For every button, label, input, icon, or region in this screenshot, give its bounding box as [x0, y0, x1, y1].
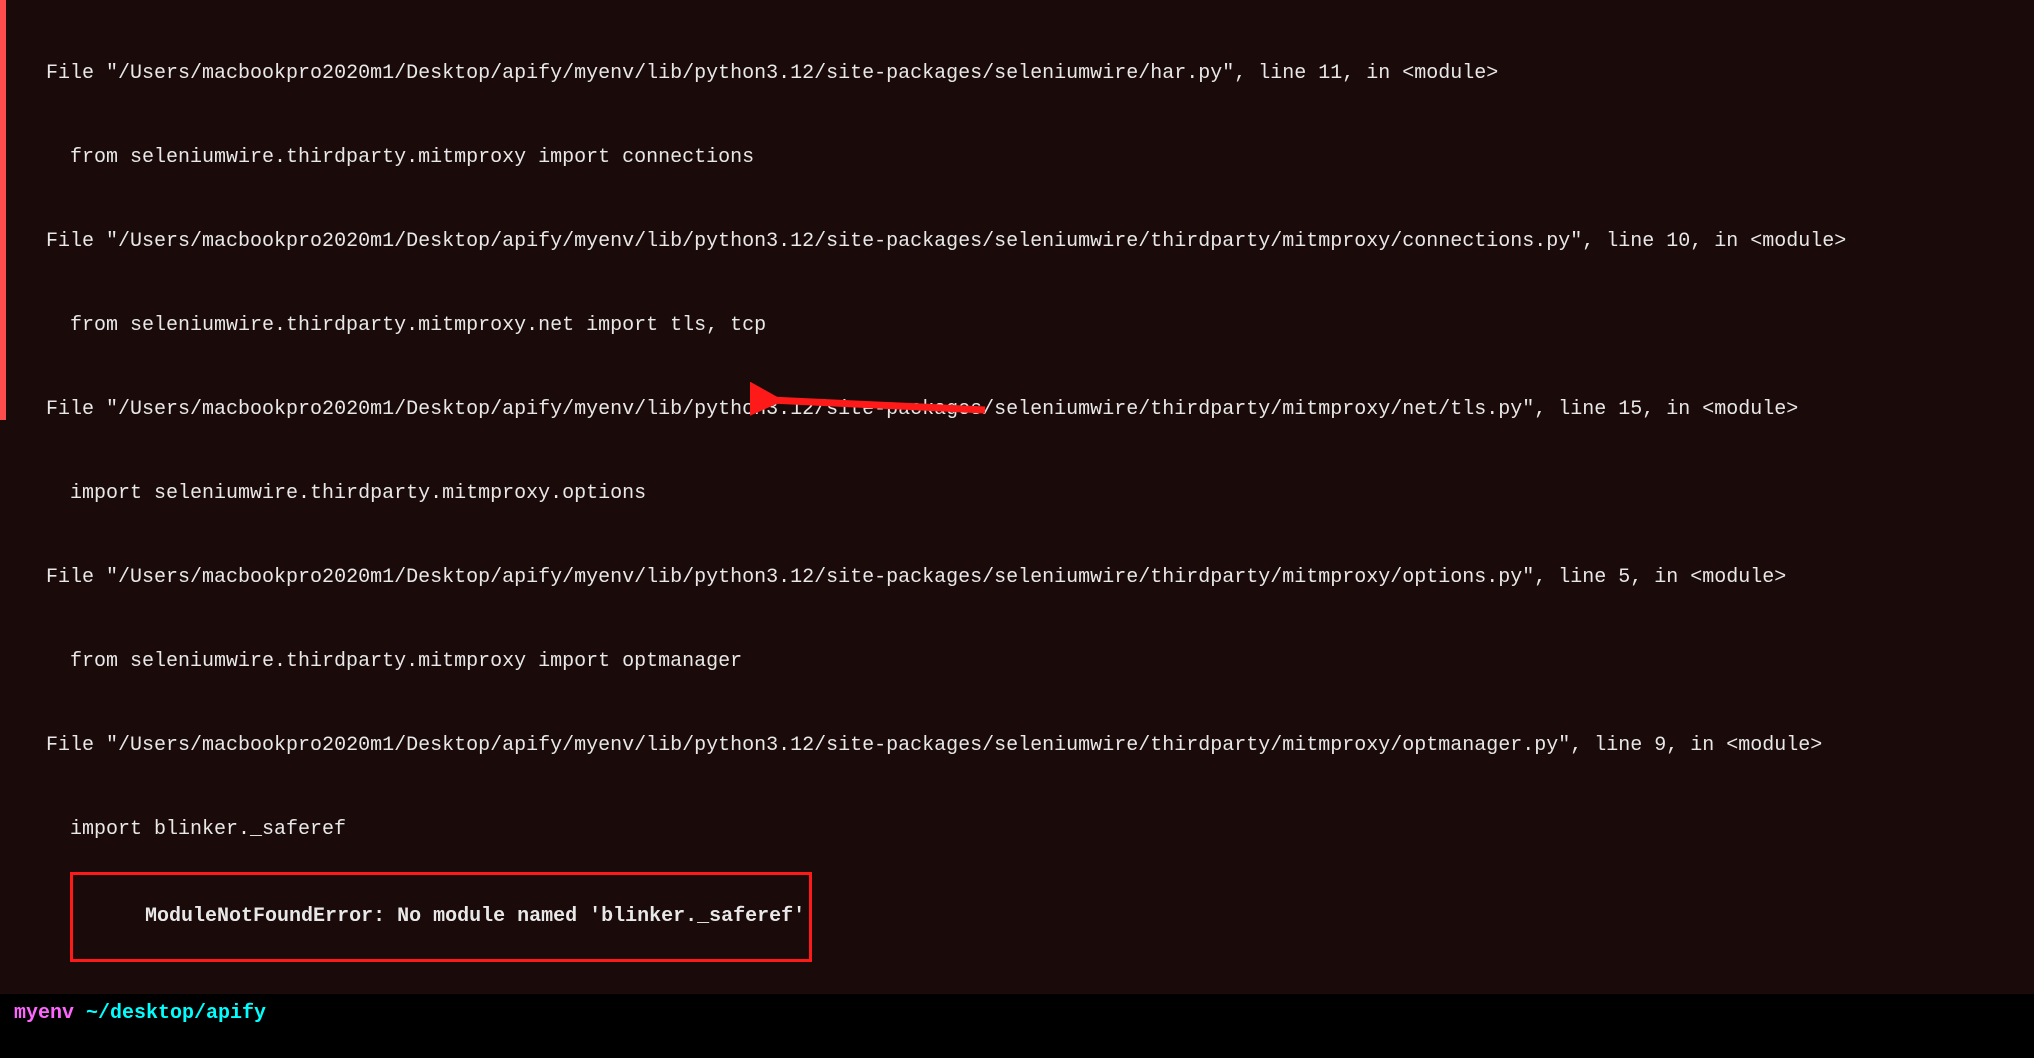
- traceback-line: File "/Users/macbookpro2020m1/Desktop/ap…: [22, 228, 2034, 256]
- prompt-path: ~/desktop/apify: [86, 1002, 266, 1025]
- traceback-line: File "/Users/macbookpro2020m1/Desktop/ap…: [22, 564, 2034, 592]
- terminal-output[interactable]: File "/Users/macbookpro2020m1/Desktop/ap…: [0, 0, 2034, 1058]
- error-message: ModuleNotFoundError: No module named 'bl…: [145, 905, 805, 928]
- error-highlight-box: ModuleNotFoundError: No module named 'bl…: [70, 872, 812, 962]
- traceback-line: from seleniumwire.thirdparty.mitmproxy.n…: [22, 312, 2034, 340]
- gutter-error-bar: [0, 0, 6, 420]
- traceback-line: import seleniumwire.thirdparty.mitmproxy…: [22, 480, 2034, 508]
- prompt-venv: myenv: [14, 1002, 86, 1025]
- traceback-line: from seleniumwire.thirdparty.mitmproxy i…: [22, 144, 2034, 172]
- traceback-line: import blinker._saferef: [22, 816, 2034, 844]
- traceback-line: from seleniumwire.thirdparty.mitmproxy i…: [22, 648, 2034, 676]
- traceback-line: File "/Users/macbookpro2020m1/Desktop/ap…: [22, 396, 2034, 424]
- shell-prompt[interactable]: myenv ~/desktop/apify: [0, 994, 2034, 1058]
- traceback-line: File "/Users/macbookpro2020m1/Desktop/ap…: [22, 60, 2034, 88]
- traceback-line: File "/Users/macbookpro2020m1/Desktop/ap…: [22, 732, 2034, 760]
- traceback-block: File "/Users/macbookpro2020m1/Desktop/ap…: [0, 4, 2034, 990]
